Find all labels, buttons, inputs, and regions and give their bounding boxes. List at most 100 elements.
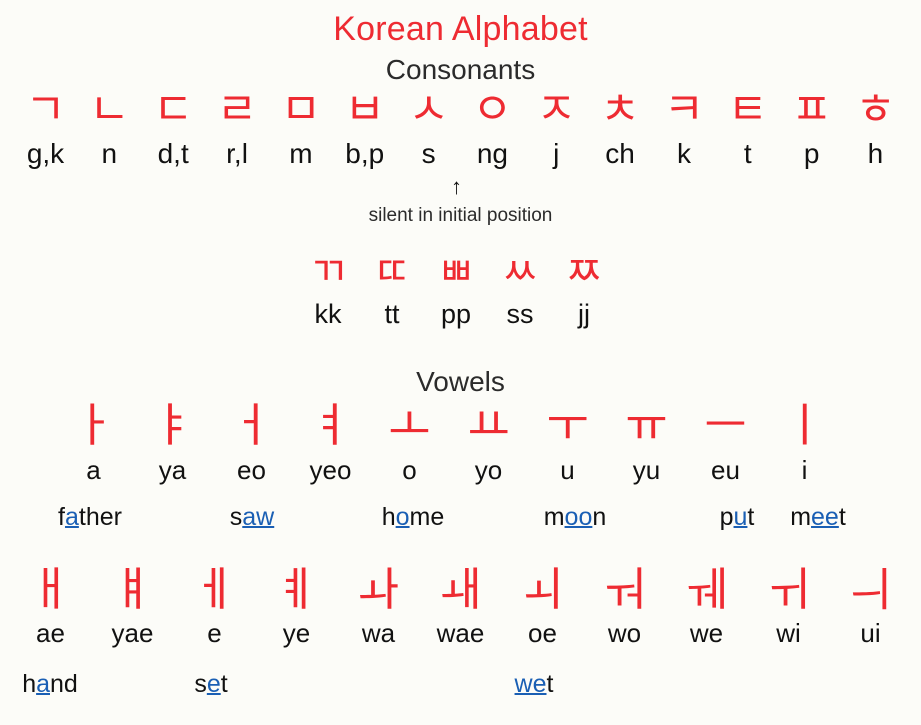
consonant-cell: ㄴn bbox=[78, 88, 141, 168]
consonant-hangul: ㄱ bbox=[25, 84, 66, 135]
vowel-example-highlight: u bbox=[733, 503, 748, 531]
vowel-cell: ㅜu bbox=[528, 402, 607, 483]
vowel-cell: ㅡ eu bbox=[686, 402, 765, 483]
compound-example-suffix: nd bbox=[50, 670, 78, 698]
compound-vowel-cell: ㅒ yae bbox=[92, 566, 173, 646]
compound-vowel-romanization: ui bbox=[860, 618, 881, 648]
vowel-cell: ㅏa bbox=[54, 402, 133, 483]
compound-example-suffix: t bbox=[220, 670, 228, 698]
consonant-cell: ㅋk bbox=[652, 88, 715, 168]
consonant-cell: ㅍp bbox=[780, 88, 843, 168]
vowel-romanization: yu bbox=[632, 455, 661, 485]
vowel-hangul: ㅑ bbox=[151, 398, 194, 452]
compound-vowel-hangul: ㅞ bbox=[685, 562, 728, 616]
compound-vowel-cell: ㅙ wae bbox=[420, 566, 501, 646]
vowel-hangul: ㅏ bbox=[72, 398, 115, 452]
compound-vowel-cell: ㅚ oe bbox=[502, 566, 583, 646]
consonant-hangul: ㅁ bbox=[280, 84, 322, 135]
consonant-cell: ㅁm bbox=[269, 88, 332, 168]
consonant-romanization: r,l bbox=[226, 138, 248, 169]
consonant-hangul: ㅊ bbox=[599, 84, 641, 135]
compound-vowel-cell: ㅟ wi bbox=[748, 566, 829, 646]
vowel-hangul: ㅡ bbox=[704, 398, 747, 452]
compound-vowel-cell: ㅘ wa bbox=[338, 566, 419, 646]
vowel-hangul: ㅛ bbox=[467, 398, 510, 452]
vowel-example-highlight: a bbox=[64, 503, 79, 531]
vowel-example-prefix: s bbox=[229, 503, 243, 531]
vowel-row: ㅏ a ㅑ ya ㅓ eo ㅕ yeo ㅗ o ㅛ yo ㅜ u ㅠ yu ㅡ eu ㅣ i bbox=[54, 402, 844, 483]
vowel-romanization: eo bbox=[237, 455, 266, 485]
vowel-romanization: yo bbox=[474, 455, 503, 485]
double-consonant-row: ㄲ kk ㄸ tt ㅃ pp ㅆ ss ㅉ jj bbox=[296, 252, 616, 328]
compound-example-word: hand bbox=[22, 672, 78, 697]
compound-example-prefix: h bbox=[22, 670, 37, 698]
vowel-example-prefix: m bbox=[790, 503, 812, 531]
vowel-hangul: ㅣ bbox=[783, 398, 826, 452]
consonant-romanization: k bbox=[676, 138, 691, 169]
double-consonant-hangul: ㅉ bbox=[565, 249, 603, 295]
consonant-hangul: ㅌ bbox=[727, 84, 769, 135]
vowel-example-prefix: f bbox=[58, 503, 65, 531]
compound-example-highlight: e bbox=[206, 670, 221, 698]
vowel-example-suffix: me bbox=[409, 503, 445, 531]
vowel-example-highlight: aw bbox=[242, 503, 275, 531]
silent-arrow-glyph: ↑ bbox=[451, 174, 462, 199]
double-consonant-cell: ㅃ pp bbox=[424, 252, 488, 328]
compound-vowel-hangul: ㅟ bbox=[767, 562, 810, 616]
vowel-hangul: ㅗ bbox=[388, 398, 431, 452]
compound-vowel-romanization: oe bbox=[528, 618, 557, 648]
double-consonant-cell: ㅆ ss bbox=[488, 252, 552, 328]
vowel-example-prefix: p bbox=[719, 503, 734, 531]
consonant-hangul: ㅅ bbox=[408, 84, 449, 135]
vowel-cell: ㅑ ya bbox=[133, 402, 212, 483]
double-consonant-romanization: ss bbox=[506, 299, 534, 329]
consonant-romanization: b,p bbox=[345, 138, 385, 169]
compound-vowel-cell: ㅝ wo bbox=[584, 566, 665, 646]
compound-vowel-cell: ㅢ ui bbox=[830, 566, 911, 646]
double-consonant-hangul: ㅃ bbox=[437, 249, 475, 295]
consonant-romanization: n bbox=[101, 138, 118, 169]
consonant-romanization: j bbox=[553, 138, 560, 169]
consonant-hangul: ㅍ bbox=[791, 84, 832, 135]
compound-vowel-romanization: ae bbox=[36, 618, 65, 648]
compound-example-suffix: t bbox=[546, 670, 554, 698]
consonant-hangul: ㄴ bbox=[89, 84, 130, 135]
consonant-romanization: h bbox=[867, 138, 884, 169]
consonant-row: ㄱ g,k ㄴ n ㄷ d,t ㄹ r,l ㅁ m ㅂ b,p ㅅ s ㅇ ng ㅈ j ㅊ ch ㅋ k ㅌ t ㅍ p ㅎ h bbox=[14, 88, 907, 168]
vowel-example-prefix: h bbox=[381, 503, 396, 531]
double-consonant-cell: ㅉ jj bbox=[552, 252, 616, 328]
compound-example-highlight: a bbox=[36, 670, 50, 698]
compound-example-prefix: s bbox=[194, 670, 207, 698]
compound-vowel-romanization: we bbox=[689, 618, 724, 648]
vowel-romanization: a bbox=[86, 455, 101, 485]
vowel-example-word: father bbox=[58, 505, 122, 530]
consonant-hangul: ㄷ bbox=[152, 84, 194, 135]
consonant-cell: ㄱ g,k bbox=[14, 88, 77, 168]
silent-arrow-icon: ↑ bbox=[0, 176, 921, 198]
compound-vowel-cell: ㅖ ye bbox=[256, 566, 337, 646]
vowel-cell: ㅗo bbox=[370, 402, 449, 483]
consonant-cell: ㅂ b,p bbox=[333, 88, 396, 168]
double-consonant-hangul: ㄲ bbox=[309, 249, 347, 295]
consonant-cell: ㄷ d,t bbox=[142, 88, 205, 168]
consonant-hangul: ㅇ bbox=[472, 84, 513, 135]
compound-example-row: hand set wet bbox=[0, 672, 921, 704]
compound-vowel-romanization: ye bbox=[282, 618, 311, 648]
consonant-hangul: ㅎ bbox=[855, 84, 896, 135]
compound-vowel-romanization: wae bbox=[436, 618, 485, 648]
compound-vowel-romanization: wa bbox=[361, 618, 396, 648]
consonant-cell: ㅇ ng bbox=[461, 88, 524, 168]
vowel-example-suffix: n bbox=[592, 503, 607, 531]
consonant-cell: ㅌt bbox=[716, 88, 779, 168]
vowel-example-word: saw bbox=[230, 505, 274, 530]
consonant-romanization: t bbox=[743, 138, 752, 169]
consonant-romanization: d,t bbox=[157, 138, 189, 169]
compound-vowel-romanization: wo bbox=[607, 618, 642, 648]
consonant-cell: ㅅs bbox=[397, 88, 460, 168]
double-consonant-romanization: kk bbox=[314, 299, 342, 329]
vowel-example-highlight: ee bbox=[811, 503, 839, 531]
double-consonant-hangul: ㅆ bbox=[501, 249, 539, 295]
vowel-example-prefix: m bbox=[543, 503, 565, 531]
vowel-cell: ㅛ yo bbox=[449, 402, 528, 483]
consonant-cell: ㄹ r,l bbox=[206, 88, 269, 168]
